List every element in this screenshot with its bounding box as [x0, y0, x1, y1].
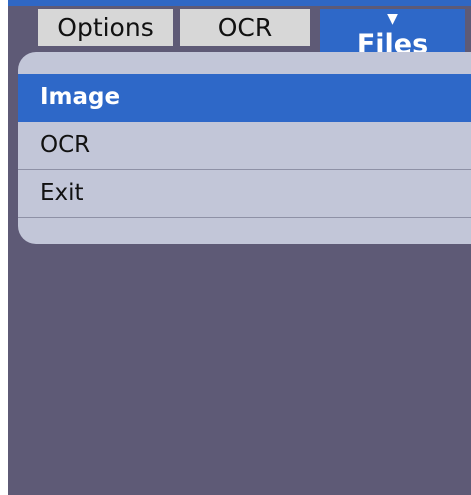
- menu-item-ocr[interactable]: OCR: [18, 122, 471, 170]
- dropdown-arrow-icon: ▼: [387, 11, 398, 27]
- menu-item-image[interactable]: Image: [18, 74, 471, 122]
- screen: Options OCR ▼ Files Image OCR Exit: [8, 0, 471, 495]
- menu-item-exit[interactable]: Exit: [18, 170, 471, 218]
- tab-options[interactable]: Options: [38, 9, 173, 46]
- tab-ocr[interactable]: OCR: [180, 9, 310, 46]
- top-strip: [8, 0, 471, 6]
- menu-top-padding: [18, 52, 471, 74]
- files-dropdown-menu: Image OCR Exit: [18, 52, 471, 244]
